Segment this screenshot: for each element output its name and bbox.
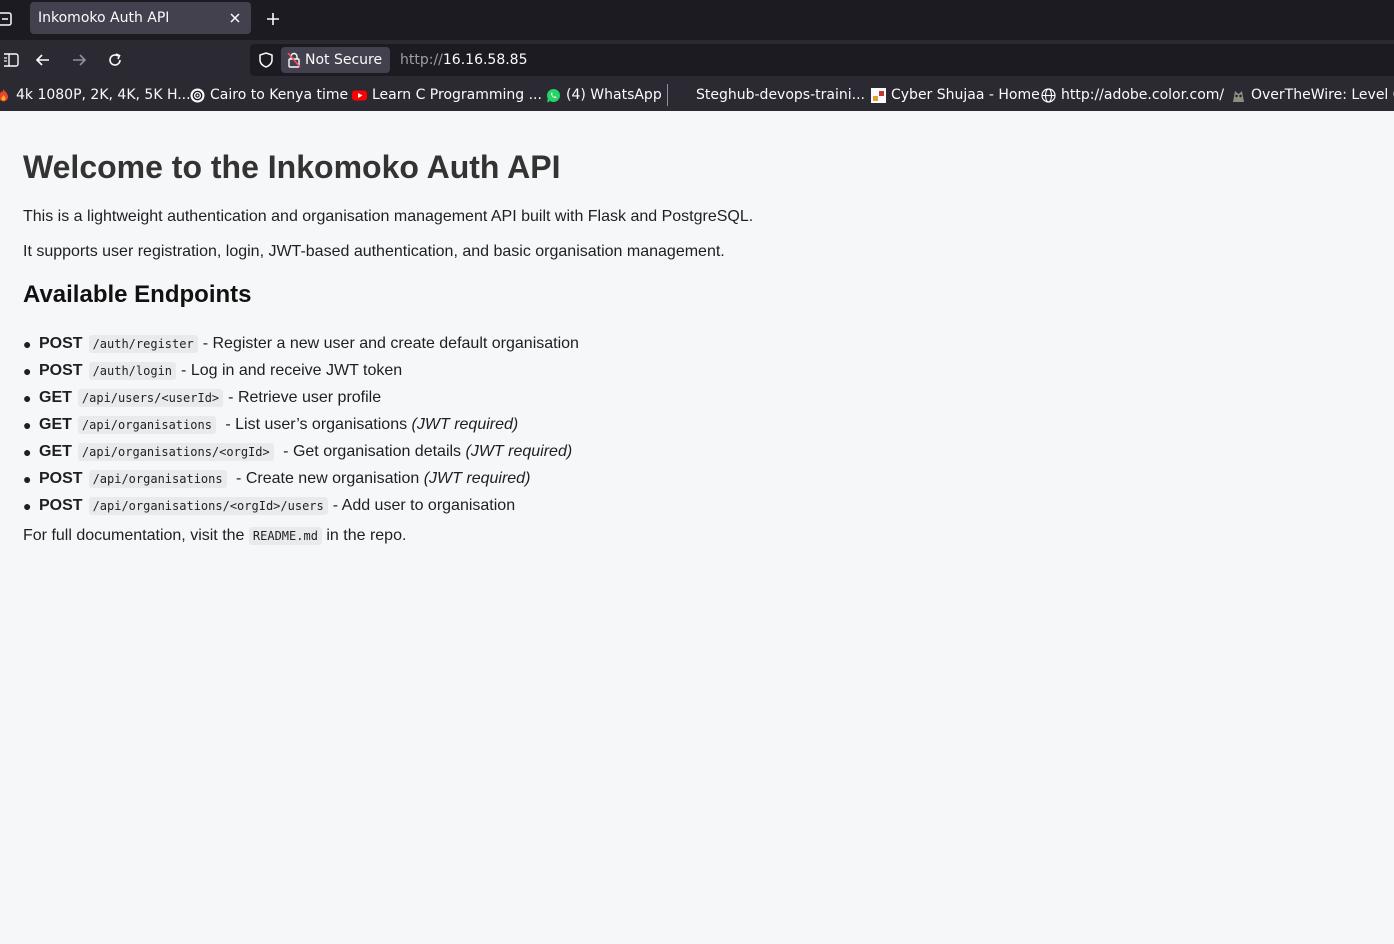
forward-icon[interactable] [67, 48, 91, 72]
site-icon [871, 87, 886, 103]
endpoint-item: ● GET/api/organisations - List user’s org… [23, 415, 519, 434]
http-method: GET [39, 442, 72, 460]
browser-chrome: Inkomoko Auth API Not Secure http://16.1… [0, 0, 1394, 111]
bookmark-adobe-color[interactable]: http://adobe.color.com/ [1041, 85, 1224, 105]
sidebar-icon[interactable] [0, 48, 24, 72]
bookmark-label: Cyber Shujaa - Home [891, 87, 1040, 103]
http-method: POST [39, 496, 83, 514]
tab-active[interactable]: Inkomoko Auth API [30, 2, 251, 34]
endpoint-item: ● GET/api/organisations/<orgId> - Get org… [23, 442, 573, 461]
bookmark-learn-c[interactable]: Learn C Programming ... [352, 85, 542, 105]
url-bar[interactable]: Not Secure http://16.16.58.85 [250, 44, 1394, 76]
endpoint-path: /api/organisations [77, 415, 216, 434]
endpoint-description: - Get organisation details [278, 442, 466, 460]
bookmark-cyber-shujaa[interactable]: Cyber Shujaa - Home [871, 85, 1040, 105]
github-icon [676, 88, 691, 102]
endpoint-note: (JWT required) [411, 415, 519, 433]
endpoint-item: ● POST/api/organisations - Create new org… [23, 469, 531, 488]
chatgpt-icon [190, 88, 205, 102]
endpoint-path: /api/users/<userId> [77, 388, 224, 407]
whatsapp-icon [547, 88, 560, 102]
endpoint-note: (JWT required) [423, 469, 531, 487]
http-method: POST [39, 361, 83, 379]
url-host: 16.16.58.85 [442, 52, 528, 68]
endpoints-list: ● POST/auth/register - Register a new use… [23, 330, 579, 519]
close-icon[interactable] [225, 8, 245, 28]
http-method: GET [39, 415, 72, 433]
http-method: POST [39, 334, 83, 352]
bookmark-overthewire[interactable]: OverTheWire: Level G [1231, 85, 1394, 105]
footer-paragraph: For full documentation, visit the README… [23, 527, 406, 545]
endpoint-description: - Create new organisation [231, 469, 424, 487]
endpoint-path: /auth/login [88, 361, 177, 380]
not-secure-badge[interactable]: Not Secure [281, 47, 391, 73]
reload-icon[interactable] [103, 48, 127, 72]
footer-suffix: in the repo. [321, 527, 407, 544]
readme-code: README.md [248, 527, 322, 545]
endpoint-description: - Log in and receive JWT token [181, 361, 403, 379]
navigation-toolbar: Not Secure http://16.16.58.85 [0, 40, 1394, 80]
bookmark-label: Learn C Programming ... [372, 87, 542, 103]
endpoint-item: ● POST/api/organisations/<orgId>/users - … [23, 496, 516, 515]
not-secure-label: Not Secure [305, 52, 383, 68]
shield-icon[interactable] [256, 50, 276, 70]
bookmark-label: 4k 1080P, 2K, 4K, 5K H... [16, 87, 191, 103]
http-method: POST [39, 469, 83, 487]
endpoint-path: /api/organisations/<orgId>/users [88, 496, 328, 515]
bookmark-label: Cairo to Kenya time [210, 87, 349, 103]
new-tab-button[interactable] [262, 8, 284, 30]
page-title: Welcome to the Inkomoko Auth API [23, 149, 561, 185]
page-content: Welcome to the Inkomoko Auth API This is… [0, 111, 1394, 944]
url-text[interactable]: http://16.16.58.85 [400, 52, 528, 68]
bookmark-cairo-kenya-time[interactable]: Cairo to Kenya time [190, 85, 348, 105]
endpoint-description: - List user’s organisations [220, 415, 412, 433]
intro-paragraph-2: It supports user registration, login, JW… [23, 243, 725, 260]
endpoint-note: (JWT required) [465, 442, 573, 460]
endpoint-path: /api/organisations [88, 469, 227, 488]
back-icon[interactable] [31, 48, 55, 72]
footer-prefix: For full documentation, visit the [23, 527, 249, 544]
tab-list-icon[interactable] [0, 10, 14, 28]
tab-title: Inkomoko Auth API [38, 10, 170, 26]
overthewire-icon [1233, 90, 1244, 102]
endpoint-item: ● POST/auth/register - Register a new use… [23, 334, 579, 353]
bookmark-whatsapp[interactable]: (4) WhatsApp [546, 85, 662, 105]
bookmark-label: (4) WhatsApp [566, 87, 662, 103]
globe-icon [1041, 87, 1056, 103]
http-method: GET [39, 388, 72, 406]
endpoint-path: /auth/register [88, 334, 198, 353]
bookmark-label: http://adobe.color.com/ [1061, 87, 1225, 103]
endpoint-path: /api/organisations/<orgId> [77, 442, 274, 461]
bookmark-4k-wallpapers[interactable]: 4k 1080P, 2K, 4K, 5K H... [0, 85, 191, 105]
endpoint-description: - Add user to organisation [332, 496, 516, 514]
endpoints-heading: Available Endpoints [23, 281, 252, 308]
endpoint-description: - Retrieve user profile [228, 388, 382, 406]
tab-strip: Inkomoko Auth API [0, 0, 1394, 38]
intro-paragraph: This is a lightweight authentication and… [23, 208, 754, 225]
bookmark-label: OverTheWire: Level G [1251, 87, 1394, 103]
bookmarks-toolbar: 4k 1080P, 2K, 4K, 5K H... Cairo to Kenya… [0, 80, 1394, 111]
endpoint-item: ● POST/auth/login - Log in and receive JW… [23, 361, 403, 380]
lock-warning-icon [287, 52, 301, 68]
url-scheme: http:// [400, 52, 443, 68]
endpoint-item: ● GET/api/users/<userId> - Retrieve user … [23, 388, 382, 407]
youtube-icon [352, 90, 367, 100]
flame-icon [0, 88, 8, 101]
endpoint-description: - Register a new user and create default… [202, 334, 579, 352]
bookmarks-separator [667, 84, 668, 106]
bookmark-steghub[interactable]: Steghub-devops-traini... [676, 85, 865, 105]
bookmark-label: Steghub-devops-traini... [696, 87, 865, 103]
